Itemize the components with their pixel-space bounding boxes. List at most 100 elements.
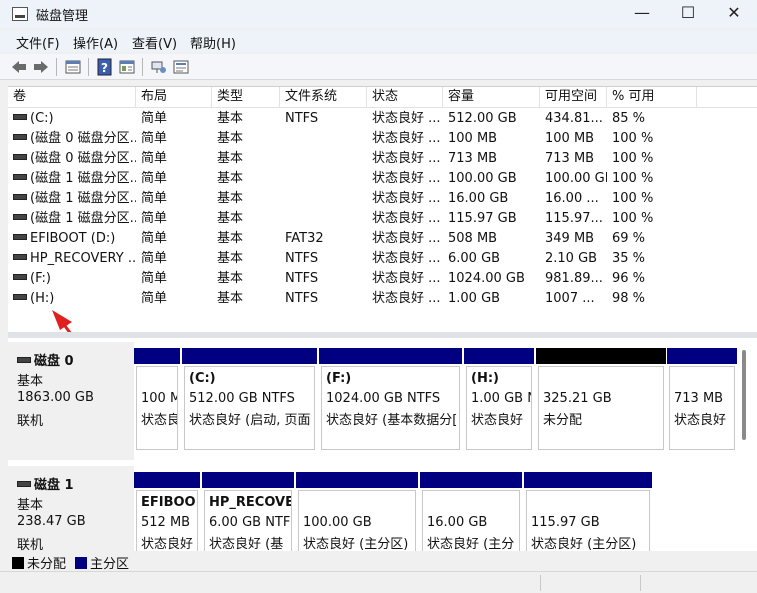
cell-type: 基本 [217, 251, 244, 266]
menu-file[interactable]: 文件(F) [16, 33, 60, 52]
cell-status: 状态良好 ... [372, 251, 441, 266]
table-row[interactable]: (H:) 简单 基本 NTFS 状态良好 ... 1.00 GB 1007 ... 98 % [8, 289, 757, 309]
partition-body: 325.21 GB 未分配 [538, 366, 664, 450]
partition-status: 状态良好 (主分 [427, 537, 515, 552]
legend-unallocated: 未分配 [12, 553, 66, 572]
disk-management-icon [12, 7, 28, 21]
partition-size: 1.00 GB N [471, 391, 531, 406]
back-arrow-icon[interactable] [10, 58, 28, 76]
partition-block[interactable]: 325.21 GB 未分配 [536, 348, 666, 452]
column-header-layout[interactable]: 布局 [136, 87, 212, 108]
partition-size: 100 M [141, 391, 177, 406]
partition-block[interactable]: (H:) 1.00 GB N 状态良好 [464, 348, 534, 452]
cell-filesystem: NTFS [285, 111, 319, 126]
cell-layout: 简单 [141, 111, 168, 126]
cell-filesystem [280, 169, 367, 189]
volume-name: EFIBOOT (D:) [30, 231, 116, 246]
cell-type: 基本 [217, 131, 244, 146]
partition-size: 713 MB [674, 391, 724, 406]
column-header-free-space[interactable]: 可用空间 [540, 87, 607, 108]
primary-partition-bar [524, 472, 652, 488]
cell-filesystem: NTFS [285, 291, 319, 306]
column-header-status[interactable]: 状态 [367, 87, 443, 108]
cell-capacity: 100.00 GB [448, 171, 517, 186]
cell-layout: 简单 [141, 291, 168, 306]
properties-icon[interactable] [118, 58, 136, 76]
drive-icon [13, 254, 27, 260]
cell-filesystem [280, 129, 367, 149]
cell-free-space: 100.00 GB [545, 171, 607, 186]
connect-icon[interactable] [150, 58, 168, 76]
disk-label-0[interactable]: 磁盘 0 基本 1863.00 GB 联机 [8, 342, 134, 460]
column-header-capacity[interactable]: 容量 [443, 87, 540, 108]
partition-block[interactable]: 713 MB 状态良好 [667, 348, 737, 452]
cell-volume: (C:) [8, 109, 136, 129]
drive-icon [13, 274, 27, 280]
toolbar-divider [88, 58, 89, 76]
vertical-scrollbar[interactable] [742, 350, 746, 440]
volume-list-panel: 卷 布局 类型 文件系统 状态 容量 可用空间 % 可用 (C:) 简单 基本 NTF… [8, 86, 757, 332]
list-view-icon[interactable] [64, 58, 82, 76]
table-row[interactable]: (磁盘 0 磁盘分区... 简单 基本 状态良好 ... 100 MB 100 MB 100… [8, 129, 757, 149]
cell-filesystem: NTFS [285, 271, 319, 286]
partition-block[interactable]: (C:) 512.00 GB NTFS 状态良好 (启动, 页面 [182, 348, 317, 452]
cell-capacity: 100 MB [448, 131, 498, 146]
table-row[interactable]: (C:) 简单 基本 NTFS 状态良好 ... 512.00 GB 434.81... 85… [8, 109, 757, 129]
cell-status: 状态良好 ... [372, 171, 441, 186]
table-row[interactable]: EFIBOOT (D:) 简单 基本 FAT32 状态良好 ... 508 MB 349 M… [8, 229, 757, 249]
table-row[interactable]: (磁盘 0 磁盘分区... 简单 基本 状态良好 ... 713 MB 713 MB 100… [8, 149, 757, 169]
column-header-filesystem[interactable]: 文件系统 [280, 87, 367, 108]
column-header-volume[interactable]: 卷 [8, 87, 136, 108]
partition-body: 713 MB 状态良好 [669, 366, 735, 450]
minimize-icon[interactable]: — [619, 0, 665, 28]
partition-block[interactable]: 100 M 状态良 [134, 348, 180, 452]
column-header-percent-free[interactable]: % 可用 [607, 87, 697, 108]
partition-title: (H:) [471, 371, 499, 386]
cell-free-space: 115.97... [545, 211, 603, 226]
table-row[interactable]: (磁盘 1 磁盘分区... 简单 基本 状态良好 ... 115.97 GB 115.97… [8, 209, 757, 229]
disk-size: 1863.00 GB [17, 390, 94, 405]
table-row[interactable]: (磁盘 1 磁盘分区... 简单 基本 状态良好 ... 100.00 GB 100.00… [8, 169, 757, 189]
cell-free-space: 713 MB [545, 151, 595, 166]
volume-name: (磁盘 0 磁盘分区... [30, 131, 136, 146]
settings-icon[interactable] [172, 58, 190, 76]
volume-name: (F:) [30, 271, 51, 286]
column-header-type[interactable]: 类型 [212, 87, 280, 108]
drive-icon [13, 294, 27, 300]
help-icon[interactable]: ? [96, 58, 114, 76]
title-bar: 磁盘管理 — ☐ ✕ [0, 0, 757, 28]
forward-arrow-icon[interactable] [32, 58, 50, 76]
primary-partition-bar [296, 472, 418, 488]
maximize-icon[interactable]: ☐ [665, 0, 711, 28]
partition-status: 状态良 [141, 413, 177, 428]
menu-view[interactable]: 查看(V) [132, 33, 177, 52]
unallocated-bar [536, 348, 666, 364]
menu-action[interactable]: 操作(A) [73, 33, 118, 52]
legend-label-primary: 主分区 [90, 557, 130, 572]
legend: 未分配 主分区 [8, 551, 757, 572]
cell-type: 基本 [217, 111, 244, 126]
status-bar [0, 571, 757, 593]
cell-percent-free: 98 % [612, 291, 646, 306]
close-icon[interactable]: ✕ [711, 0, 757, 28]
partition-block[interactable]: (F:) 1024.00 GB NTFS 状态良好 (基本数据分[ [319, 348, 462, 452]
cell-filesystem: NTFS [285, 251, 319, 266]
partition-title: EFIBOO [141, 495, 196, 510]
cell-percent-free: 35 % [612, 251, 646, 266]
menu-help[interactable]: 帮助(H) [190, 33, 236, 52]
cell-filesystem: FAT32 [285, 231, 324, 246]
cell-capacity: 1.00 GB [448, 291, 501, 306]
table-row[interactable]: (F:) 简单 基本 NTFS 状态良好 ... 1024.00 GB 981.89... 9… [8, 269, 757, 289]
primary-partition-bar [202, 472, 294, 488]
cell-percent-free: 69 % [612, 231, 646, 246]
cell-filesystem [280, 189, 367, 209]
disk-name: 磁盘 1 [17, 474, 74, 493]
partition-status: 状态良好 (主分区) [531, 537, 637, 552]
table-row[interactable]: HP_RECOVERY ... 简单 基本 NTFS 状态良好 ... 6.00 GB 2.… [8, 249, 757, 269]
cell-status: 状态良好 ... [372, 111, 441, 126]
disk-name: 磁盘 0 [17, 350, 74, 369]
cell-filesystem [280, 149, 367, 169]
cell-capacity: 713 MB [448, 151, 498, 166]
cell-volume: HP_RECOVERY ... [8, 249, 136, 269]
table-row[interactable]: (磁盘 1 磁盘分区... 简单 基本 状态良好 ... 16.00 GB 16.00 .… [8, 189, 757, 209]
